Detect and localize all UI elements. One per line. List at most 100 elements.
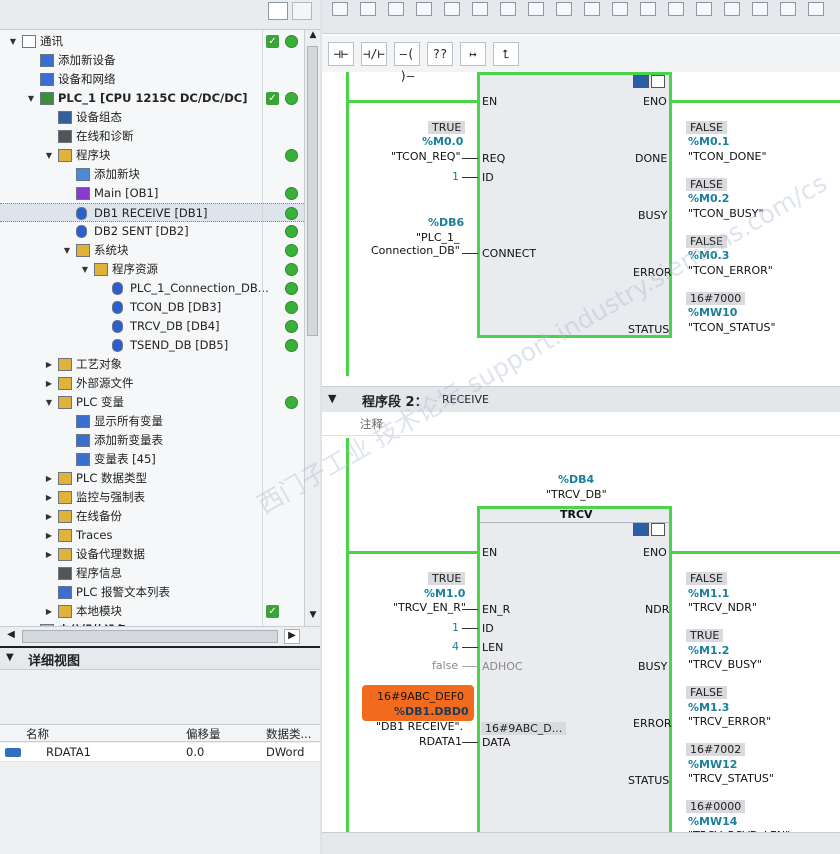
editor-toolbar-icon[interactable] (696, 2, 712, 16)
tree-item[interactable]: ▼ 程序块 (0, 146, 304, 165)
tree-item[interactable]: 设备组态 (0, 108, 304, 127)
tree-item[interactable]: TCON_DB [DB3] (0, 298, 304, 317)
editor-toolbar-icon[interactable] (724, 2, 740, 16)
expand-arrow-open-icon[interactable]: ▼ (80, 260, 90, 279)
expand-arrow-closed-icon[interactable]: ▶ (44, 545, 54, 564)
contact-nc-button[interactable]: ⊣/⊢ (361, 42, 387, 66)
scroll-thumb[interactable] (22, 630, 278, 643)
connect-tag-line1[interactable]: "PLC_1_ (416, 231, 460, 244)
tree-item[interactable]: ▶ 外部源文件 (0, 374, 304, 393)
busy-address[interactable]: %M1.2 (688, 644, 729, 657)
scroll-up-arrow[interactable]: ▲ (306, 30, 320, 44)
expand-arrow-closed-icon[interactable]: ▶ (44, 526, 54, 545)
tree-item[interactable]: ▶ Traces (0, 526, 304, 545)
expand-arrow-open-icon[interactable]: ▼ (62, 241, 72, 260)
tree-item[interactable]: ▶ 监控与强制表 (0, 488, 304, 507)
tree-item[interactable]: PLC_1_Connection_DB... (0, 279, 304, 298)
error-tag[interactable]: "TCON_ERROR" (688, 264, 773, 277)
tree-item[interactable]: ▶ 在线备份 (0, 507, 304, 526)
ndr-tag[interactable]: "TRCV_NDR" (688, 601, 757, 614)
tree-item[interactable]: 显示所有变量 (0, 412, 304, 431)
empty-box-button[interactable]: ?? (427, 42, 453, 66)
status-address[interactable]: %MW10 (688, 306, 737, 319)
table-row[interactable]: RDATA1 0.0 DWord (0, 743, 320, 762)
error-address[interactable]: %M0.3 (688, 249, 729, 262)
connect-address[interactable]: %DB6 (428, 216, 464, 229)
editor-toolbar-icon[interactable] (752, 2, 768, 16)
tree-item[interactable]: ▼ PLC 变量 (0, 393, 304, 412)
req-address[interactable]: %M0.0 (422, 135, 463, 148)
block-help-icon[interactable] (651, 523, 665, 536)
editor-toolbar-icon[interactable] (360, 2, 376, 16)
req-tag[interactable]: "TCON_REQ" (391, 150, 461, 163)
adhoc-value[interactable]: false (432, 659, 458, 672)
tree-item[interactable]: 程序信息 (0, 564, 304, 583)
contact-no-button[interactable]: ⊣⊢ (328, 42, 354, 66)
expand-arrow-closed-icon[interactable]: ▶ (44, 602, 54, 621)
tree-item[interactable]: 添加新块 (0, 165, 304, 184)
editor-toolbar-icon[interactable] (528, 2, 544, 16)
expand-arrow-open-icon[interactable]: ▼ (44, 393, 54, 412)
tree-item[interactable]: ▶ PLC 数据类型 (0, 469, 304, 488)
tree-view-icon[interactable] (268, 2, 288, 20)
status-address[interactable]: %MW12 (688, 758, 737, 771)
expand-arrow-open-icon[interactable]: ▼ (8, 32, 18, 51)
editor-toolbar-icon[interactable] (584, 2, 600, 16)
expand-arrow-open-icon[interactable]: ▼ (44, 146, 54, 165)
editor-toolbar-icon[interactable] (668, 2, 684, 16)
editor-toolbar-icon[interactable] (444, 2, 460, 16)
tree-horizontal-scrollbar[interactable]: ◀ ▶ (0, 626, 320, 646)
editor-toolbar-icon[interactable] (780, 2, 796, 16)
error-address[interactable]: %M1.3 (688, 701, 729, 714)
done-tag[interactable]: "TCON_DONE" (688, 150, 767, 163)
expand-arrow-closed-icon[interactable]: ▶ (44, 355, 54, 374)
block-online-icon[interactable] (633, 75, 649, 88)
trcv-instance-tag[interactable]: "TRCV_DB" (546, 488, 607, 501)
block-online-icon[interactable] (633, 523, 649, 536)
tree-item[interactable]: 添加新变量表 (0, 431, 304, 450)
done-address[interactable]: %M0.1 (688, 135, 729, 148)
status-tag[interactable]: "TRCV_STATUS" (688, 772, 774, 785)
detail-view-header[interactable]: ▼ 详细视图 (0, 648, 320, 670)
tree-item[interactable]: ▶ 设备代理数据 (0, 545, 304, 564)
editor-toolbar-icon[interactable] (808, 2, 824, 16)
tree-item[interactable]: ▼ 系统块 (0, 241, 304, 260)
id-value[interactable]: 1 (452, 621, 459, 634)
rcvd-len-address[interactable]: %MW14 (688, 815, 737, 828)
coil-button[interactable]: –( )– (394, 42, 420, 83)
tree-item[interactable]: 在线和诊断 (0, 127, 304, 146)
scroll-left-arrow[interactable]: ◀ (4, 629, 18, 644)
ndr-address[interactable]: %M1.1 (688, 587, 729, 600)
tree-item[interactable]: Main [OB1] (0, 184, 304, 203)
expand-arrow-closed-icon[interactable]: ▶ (44, 469, 54, 488)
tree-item[interactable]: ▶ 工艺对象 (0, 355, 304, 374)
column-header-datatype[interactable]: 数据类... (266, 725, 311, 743)
editor-toolbar-icon[interactable] (556, 2, 572, 16)
tree-item[interactable]: 变量表 [45] (0, 450, 304, 469)
en-r-tag[interactable]: "TRCV_EN_R" (393, 601, 466, 614)
column-header-offset[interactable]: 偏移量 (186, 725, 221, 743)
editor-toolbar-icon[interactable] (472, 2, 488, 16)
network-2-comment[interactable]: 注释 (322, 412, 840, 436)
network-2-name[interactable]: RECEIVE (442, 393, 489, 406)
editor-bottom-scrollbar[interactable] (322, 832, 840, 854)
editor-toolbar-icon[interactable] (388, 2, 404, 16)
network-2-header[interactable]: ▼ 程序段 2： RECEIVE (322, 386, 840, 412)
tree-item[interactable]: PLC 报警文本列表 (0, 583, 304, 602)
tree-item[interactable]: ▼ 通讯 ✓ (0, 32, 304, 51)
scroll-down-arrow[interactable]: ▼ (306, 610, 320, 624)
data-tag-line2[interactable]: RDATA1 (419, 735, 462, 748)
table-view-icon[interactable] (292, 2, 312, 20)
column-header-name[interactable]: 名称 (26, 725, 49, 743)
tree-item[interactable]: 设备和网络 (0, 70, 304, 89)
busy-address[interactable]: %M0.2 (688, 192, 729, 205)
status-tag[interactable]: "TCON_STATUS" (688, 321, 776, 334)
collapse-arrow-icon[interactable]: ▼ (328, 392, 336, 405)
collapse-arrow-icon[interactable]: ▼ (6, 652, 14, 663)
tree-item[interactable]: TRCV_DB [DB4] (0, 317, 304, 336)
tree-item[interactable]: ▼ 程序资源 (0, 260, 304, 279)
scroll-thumb[interactable] (307, 46, 318, 336)
tcon-block[interactable] (477, 72, 672, 338)
tree-vertical-scrollbar[interactable]: ▲ ▼ (304, 30, 320, 626)
trcv-instance-address[interactable]: %DB4 (558, 473, 594, 486)
